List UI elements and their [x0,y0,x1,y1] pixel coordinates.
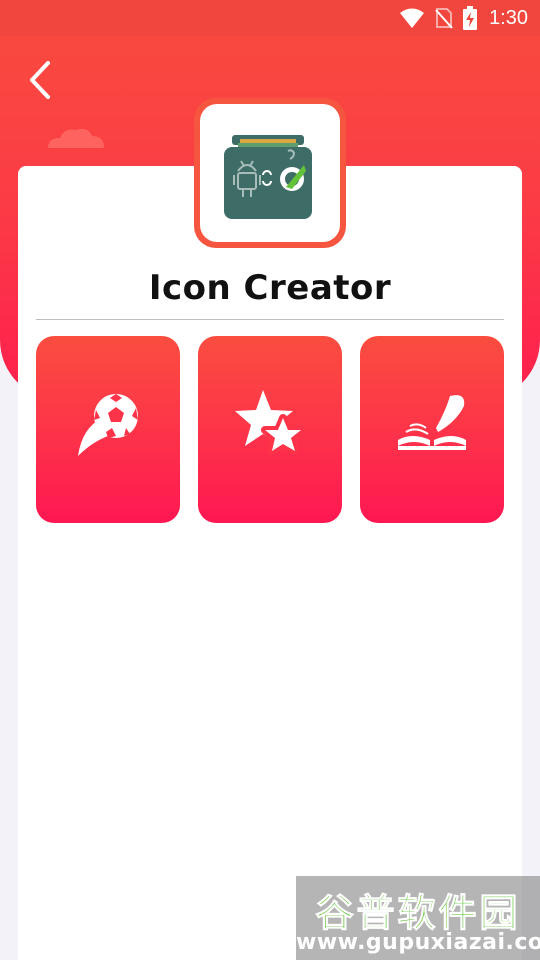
status-time: 1:30 [489,6,528,29]
wifi-icon [400,8,425,28]
status-icons: 1:30 [399,6,528,30]
status-bar: 1:30 [0,0,540,36]
app-logo [194,98,346,248]
history-label: History [391,812,473,836]
back-button[interactable] [16,52,64,108]
tile-icon-wrap [36,388,180,460]
history-tile[interactable]: History [360,336,504,836]
watermark-title: 谷普软件园 [315,891,521,936]
stars-icon [235,390,305,455]
soccer-ball-icon [78,394,138,456]
title-divider [36,319,504,320]
chevron-left-icon [30,61,50,99]
battery-charging-icon [463,6,478,30]
activities-label: Activities [55,812,161,836]
favourites-tile[interactable]: Favourites [198,336,342,836]
favourites-label: Favourites [210,812,330,836]
no-sim-icon [435,8,453,29]
watermark-url: www.gupuxiazai.com [296,930,540,955]
tile-icon-wrap [198,388,342,460]
app-logo-inner [200,104,340,242]
cloud-icon [48,128,104,148]
watermark: 谷普软件园 www.gupuxiazai.com [296,876,540,960]
app-title: Icon Creator [148,268,392,308]
activities-tile[interactable]: Activities [36,336,180,836]
book-quill-icon [398,395,466,450]
android-swap-image-logo-icon [224,135,312,219]
tile-icon-wrap [360,388,504,460]
